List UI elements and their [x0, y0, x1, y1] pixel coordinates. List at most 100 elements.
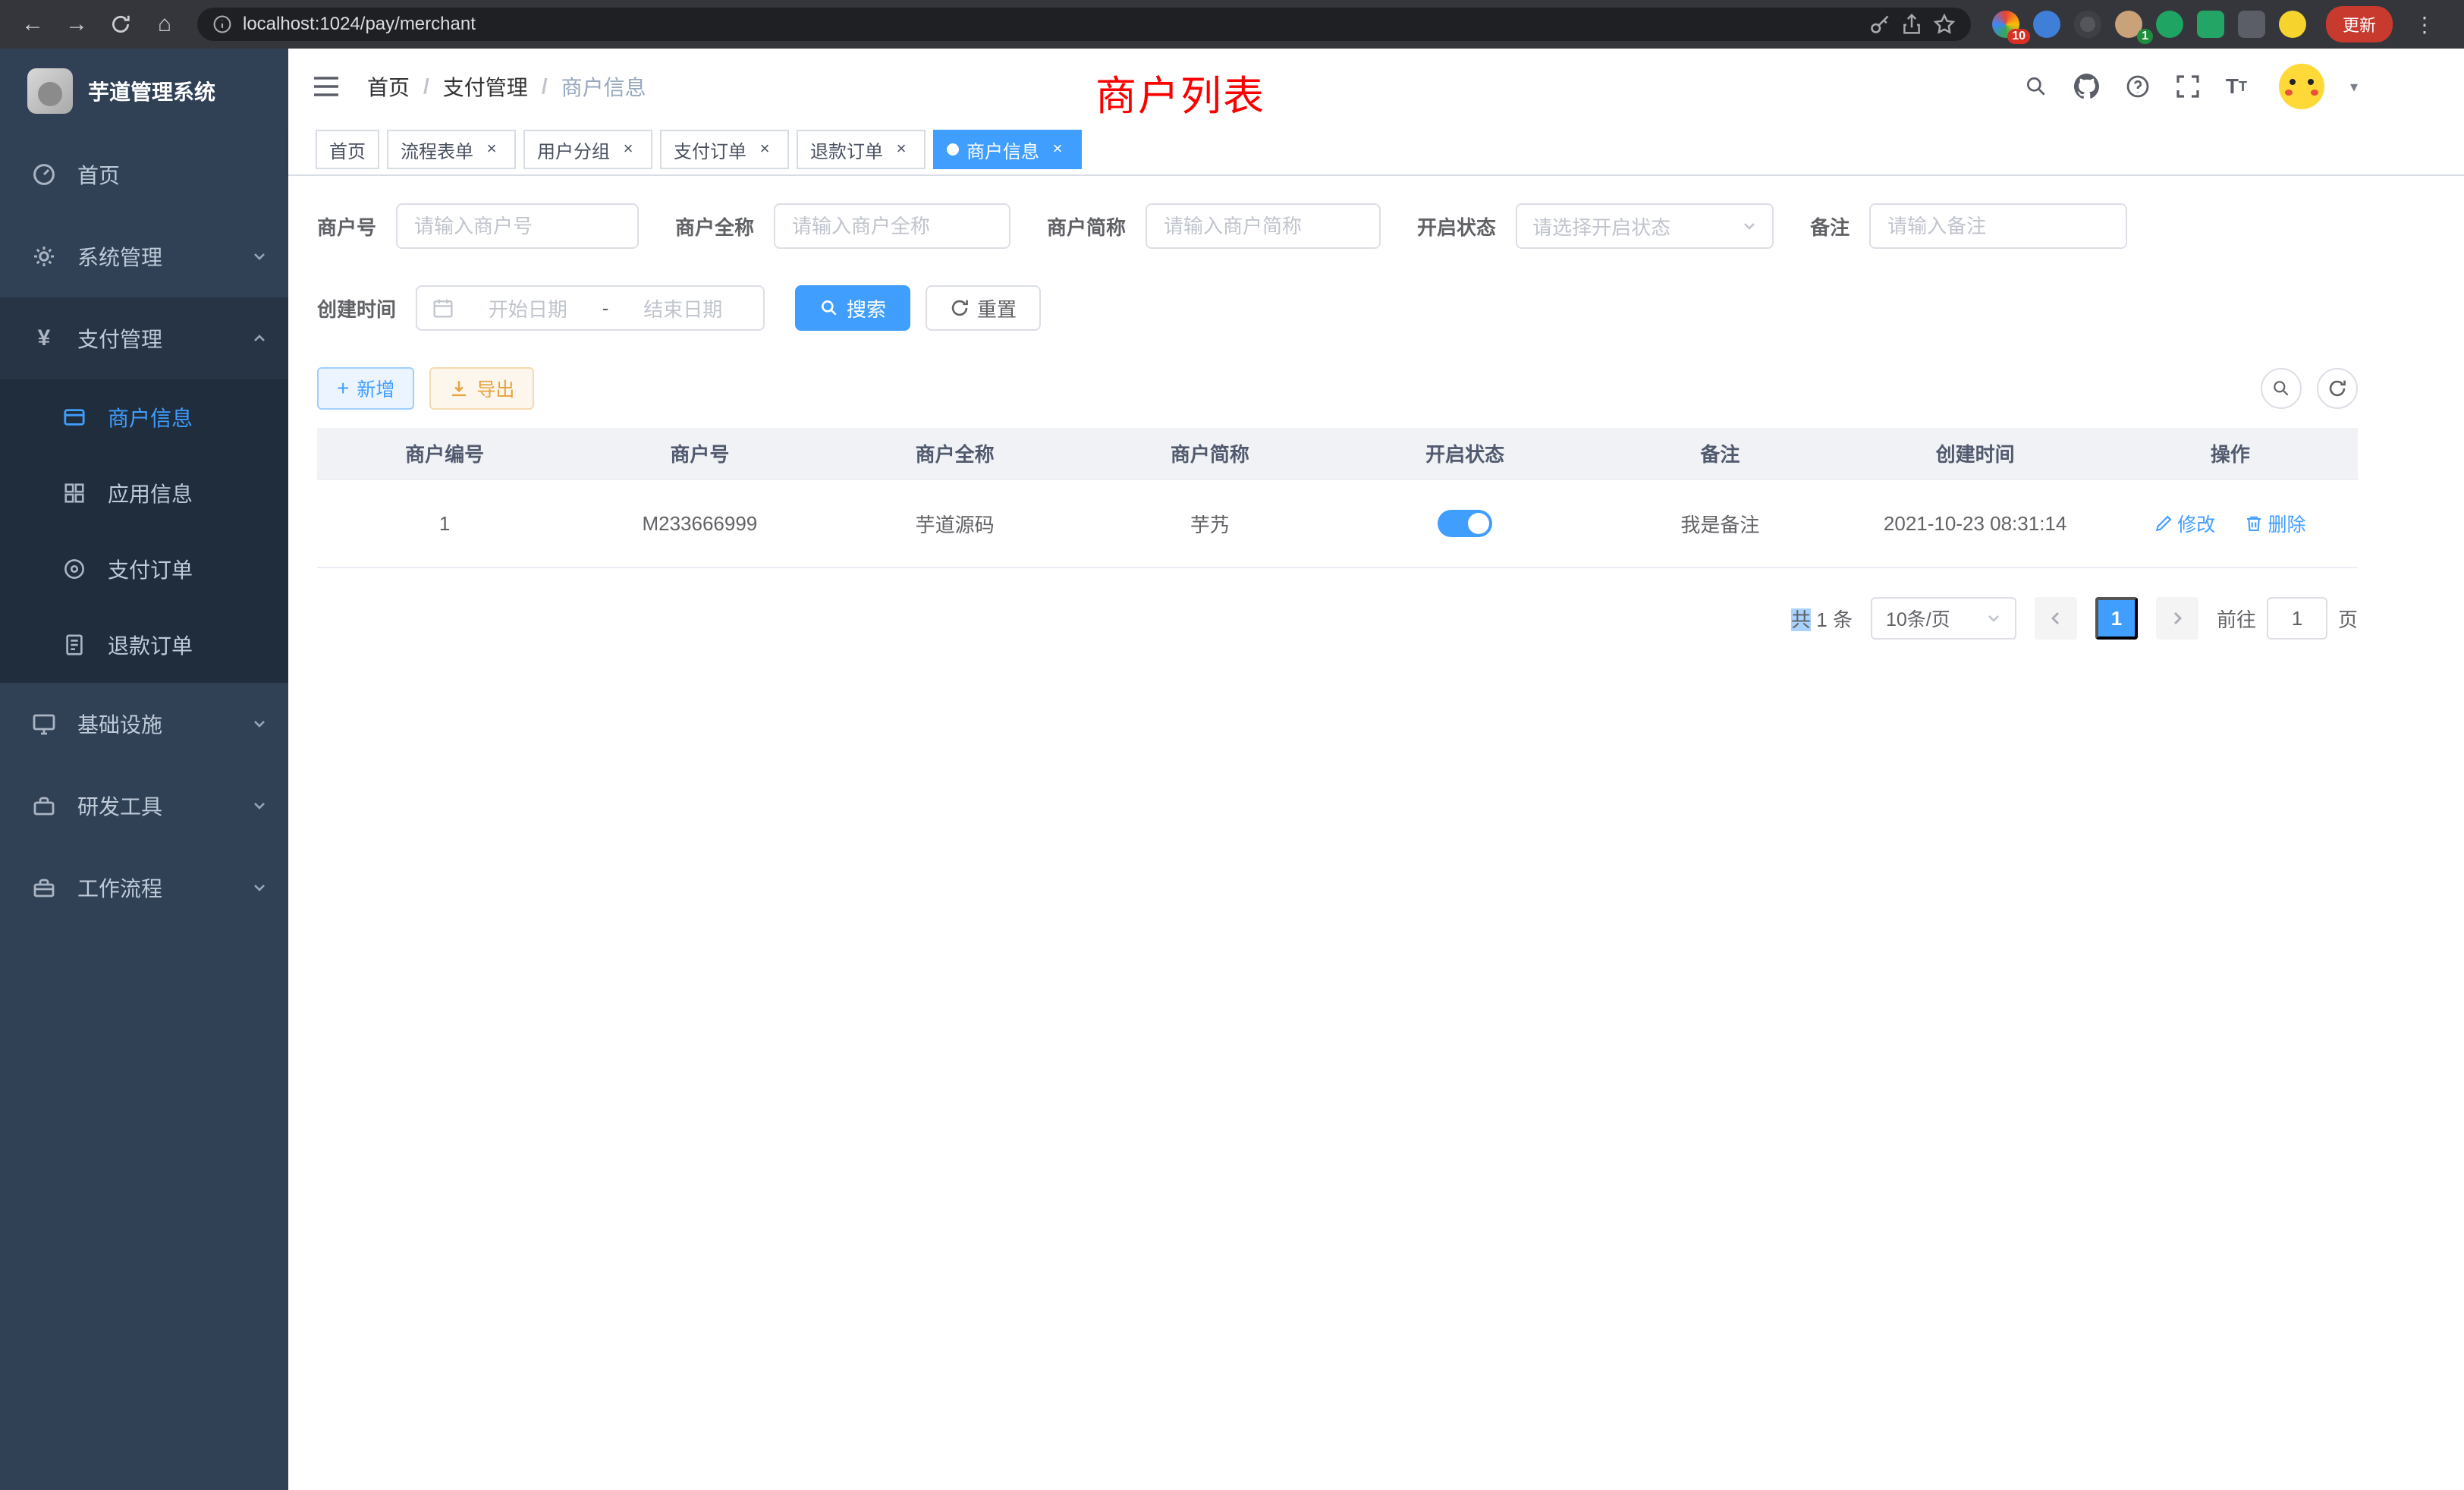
refresh-icon	[2327, 379, 2347, 398]
sidebar-item-infrastructure[interactable]: 基础设施	[0, 683, 288, 765]
chevron-up-icon	[252, 331, 267, 346]
sidebar-item-merchant-info[interactable]: 商户信息	[0, 379, 288, 455]
page-number-button[interactable]: 1	[2095, 597, 2138, 640]
tab-pay-order[interactable]: 支付订单 ×	[660, 130, 789, 169]
export-button-label: 导出	[476, 375, 514, 402]
site-info-icon[interactable]	[212, 14, 232, 34]
reset-button-label: 重置	[977, 294, 1017, 322]
sidebar-item-payment[interactable]: ¥ 支付管理	[0, 297, 288, 379]
tab-user-group[interactable]: 用户分组 ×	[523, 130, 652, 169]
edit-link[interactable]: 修改	[2154, 510, 2215, 537]
filter-short-name: 商户简称	[1047, 203, 1381, 249]
browser-extension-drop-icon[interactable]	[2033, 11, 2060, 38]
tab-close-icon[interactable]: ×	[618, 139, 639, 160]
reset-button[interactable]: 重置	[926, 285, 1041, 331]
tab-close-icon[interactable]: ×	[481, 139, 502, 160]
sidebar-item-app-info[interactable]: 应用信息	[0, 455, 288, 531]
breadcrumb-separator: /	[542, 74, 548, 99]
cell-merchant-no: M233666999	[572, 479, 827, 567]
prev-page-button[interactable]	[2035, 597, 2077, 640]
tab-label: 支付订单	[674, 137, 746, 163]
status-toggle[interactable]	[1438, 510, 1492, 537]
password-key-icon[interactable]	[1869, 14, 1890, 35]
fullscreen-icon[interactable]	[2176, 74, 2200, 99]
sidebar-item-system[interactable]: 系统管理	[0, 215, 288, 297]
short-name-input[interactable]	[1146, 203, 1381, 249]
browser-extension-avatar-icon[interactable]: 1	[2115, 11, 2142, 38]
sidebar-item-home[interactable]: 首页	[0, 134, 288, 215]
search-icon[interactable]	[2024, 74, 2048, 99]
sidebar-item-pay-order[interactable]: 支付订单	[0, 531, 288, 607]
home-button[interactable]: ⌂	[144, 4, 185, 45]
browser-extension-green-circle-icon[interactable]	[2156, 11, 2183, 38]
tab-close-icon[interactable]: ×	[1047, 139, 1068, 160]
browser-window: ← → ⌂ localhost:1024/pay/merchant 10	[0, 0, 2464, 1490]
pagination-total-rest: 1 条	[1811, 608, 1853, 631]
add-button-label: 新增	[357, 375, 394, 402]
extension-badge: 10	[2007, 29, 2030, 44]
toggle-search-button[interactable]	[2261, 368, 2302, 409]
browser-extension-dark-circle-icon[interactable]	[2074, 11, 2101, 38]
tab-refund-order[interactable]: 退款订单 ×	[797, 130, 926, 169]
table-toolbar: + 新增 导出	[317, 367, 2358, 410]
col-header-actions: 操作	[2103, 428, 2358, 479]
col-header-merchant-no: 商户号	[572, 428, 827, 479]
export-button[interactable]: 导出	[429, 367, 534, 410]
breadcrumb-payment[interactable]: 支付管理	[443, 71, 528, 102]
page-size-select[interactable]: 10条/页	[1871, 597, 2016, 640]
back-button[interactable]: ←	[12, 4, 53, 45]
page-content: 商户号 商户全称 商户简称 开启状态 请选择开启状态	[288, 176, 2464, 1490]
cell-short-name: 芋艿	[1083, 479, 1337, 567]
reload-button[interactable]	[100, 4, 141, 45]
toolbox-icon	[30, 794, 58, 818]
delete-link[interactable]: 删除	[2245, 510, 2305, 537]
filter-create-time: 创建时间 开始日期 - 结束日期	[317, 285, 765, 331]
bookmark-star-icon[interactable]	[1933, 13, 1956, 36]
remark-label: 备注	[1810, 212, 1850, 240]
hamburger-icon[interactable]	[313, 76, 340, 97]
main-area: 首页 / 支付管理 / 商户信息 商户列表	[288, 49, 2464, 1490]
goto-page-input[interactable]	[2267, 597, 2327, 640]
tab-close-icon[interactable]: ×	[891, 139, 912, 160]
merchant-no-input[interactable]	[396, 203, 639, 249]
browser-extension-puzzle-icon[interactable]	[2238, 11, 2265, 38]
tab-process-form[interactable]: 流程表单 ×	[387, 130, 516, 169]
share-icon[interactable]	[1901, 14, 1922, 35]
full-name-input[interactable]	[774, 203, 1010, 249]
browser-extension-colorwheel-icon[interactable]: 10	[1992, 11, 2019, 38]
github-icon[interactable]	[2074, 74, 2100, 99]
forward-button[interactable]: →	[56, 4, 97, 45]
breadcrumb-home[interactable]: 首页	[367, 71, 410, 102]
browser-menu-icon[interactable]: ⋮	[2406, 12, 2443, 37]
sidebar-item-label: 基础设施	[77, 709, 162, 739]
browser-extension-sheet-icon[interactable]	[2197, 11, 2224, 38]
sidebar-item-refund-order[interactable]: 退款订单	[0, 607, 288, 683]
address-bar[interactable]: localhost:1024/pay/merchant	[197, 8, 1971, 41]
app-logo[interactable]: 芋道管理系统	[0, 49, 288, 134]
sidebar-item-label: 商户信息	[108, 402, 193, 432]
tab-home[interactable]: 首页	[316, 130, 379, 169]
add-button[interactable]: + 新增	[317, 367, 414, 410]
status-select[interactable]: 请选择开启状态	[1516, 203, 1774, 249]
font-size-icon[interactable]: TT	[2226, 76, 2247, 97]
sidebar-item-label: 研发工具	[77, 791, 162, 821]
remark-input[interactable]	[1869, 203, 2127, 249]
search-button[interactable]: 搜索	[795, 285, 910, 331]
browser-extension-smiley-icon[interactable]	[2279, 11, 2306, 38]
refresh-table-button[interactable]	[2317, 368, 2358, 409]
page-size-value: 10条/页	[1886, 605, 1950, 632]
trash-icon	[2245, 514, 2263, 533]
extensions-area: 10 1 更新 ⋮	[1983, 6, 2452, 42]
tab-close-icon[interactable]: ×	[754, 139, 775, 160]
avatar[interactable]	[2279, 64, 2324, 109]
help-icon[interactable]	[2126, 74, 2150, 99]
sidebar-item-dev-tools[interactable]: 研发工具	[0, 765, 288, 847]
tab-merchant-info[interactable]: 商户信息 ×	[933, 130, 1082, 169]
create-time-range-picker[interactable]: 开始日期 - 结束日期	[416, 285, 765, 331]
cell-full-name: 芋道源码	[828, 479, 1083, 567]
next-page-button[interactable]	[2156, 597, 2198, 640]
logo-avatar	[27, 68, 73, 114]
browser-update-button[interactable]: 更新	[2326, 6, 2393, 42]
caret-down-icon[interactable]: ▾	[2350, 77, 2358, 96]
sidebar-item-workflow[interactable]: 工作流程	[0, 847, 288, 929]
